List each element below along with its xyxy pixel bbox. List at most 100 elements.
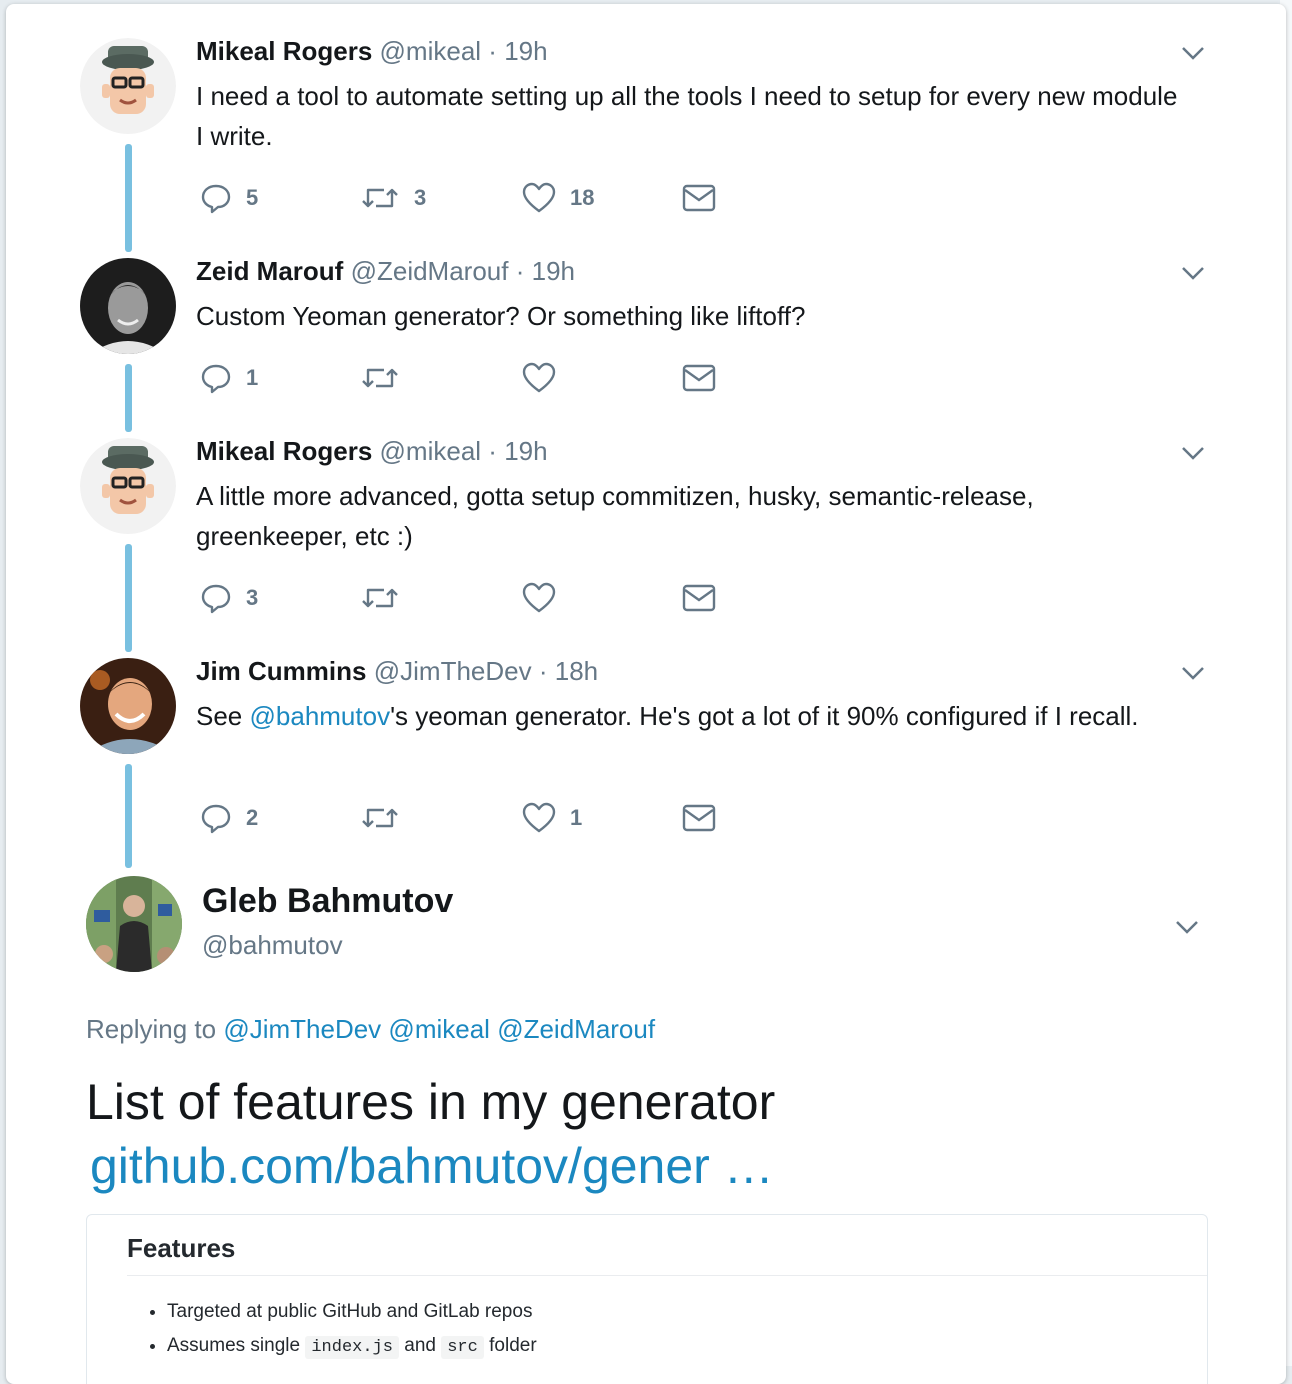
tweet-header: Mikeal Rogers @mikeal · 19h (196, 36, 548, 67)
tweet[interactable]: Zeid Marouf @ZeidMarouf · 19h Custom Yeo… (6, 224, 1286, 424)
author-name[interactable]: Mikeal Rogers (196, 36, 372, 66)
like-button[interactable] (522, 578, 556, 618)
conversation-modal: Mikeal Rogers @mikeal · 19h I need a too… (6, 4, 1286, 1384)
main-author-handle[interactable]: @bahmutov (202, 930, 343, 961)
divider (127, 1275, 1207, 1276)
like-count: 18 (570, 185, 595, 210)
reply-button[interactable]: 3 (200, 578, 258, 618)
tweet-text: See @bahmutov's yeoman generator. He's g… (196, 696, 1186, 736)
list-item: Assumes single index.js and src folder (167, 1329, 537, 1365)
timestamp[interactable]: 19h (504, 436, 547, 466)
author-handle[interactable]: @JimTheDev (374, 656, 532, 686)
reply-button[interactable]: 5 (200, 178, 258, 218)
feature-text: and (398, 1335, 442, 1356)
retweet-icon (362, 368, 398, 388)
feature-text: Targeted at public GitHub and GitLab rep… (167, 1301, 533, 1322)
chevron-down-icon[interactable] (1174, 918, 1200, 936)
reply-icon (201, 804, 231, 834)
replying-label: Replying to (86, 1014, 217, 1044)
avatar-zeid[interactable] (80, 258, 176, 354)
retweet-icon (362, 808, 398, 828)
reply-count: 3 (246, 585, 259, 610)
chevron-down-icon[interactable] (1180, 264, 1206, 282)
url-link[interactable]: github.com/bahmutov/gener … (86, 1134, 1206, 1198)
main-tweet-body: List of features in my generator (86, 1074, 776, 1130)
author-name[interactable]: Zeid Marouf (196, 256, 343, 286)
replying-to: Replying to @JimTheDev @mikeal @ZeidMaro… (86, 1014, 655, 1045)
feature-text: Assumes single (167, 1335, 306, 1356)
reply-count: 1 (246, 365, 259, 390)
chevron-down-icon[interactable] (1180, 444, 1206, 462)
chevron-down-icon[interactable] (1180, 664, 1206, 682)
reply-icon (201, 584, 231, 614)
timestamp[interactable]: 19h (504, 36, 547, 66)
like-button[interactable]: 18 (522, 178, 594, 218)
direct-message-button[interactable] (682, 798, 716, 838)
tweet-header: Jim Cummins @JimTheDev · 18h (196, 656, 598, 687)
retweet-icon (362, 588, 398, 608)
author-handle[interactable]: @mikeal (380, 436, 482, 466)
tweet-text: Custom Yeoman generator? Or something li… (196, 301, 806, 331)
preview-title: Features (127, 1233, 236, 1263)
retweet-button[interactable] (360, 578, 400, 618)
tweet-actions: 2 1 (196, 798, 796, 838)
author-handle[interactable]: @ZeidMarouf (351, 256, 509, 286)
tweet-actions: 5 3 18 (196, 178, 796, 218)
mention-link[interactable]: @bahmutov (250, 701, 391, 731)
tweet[interactable]: Jim Cummins @JimTheDev · 18h See @bahmut… (6, 624, 1286, 864)
timestamp[interactable]: 18h (555, 656, 598, 686)
retweet-button[interactable]: 3 (360, 178, 426, 218)
separator-dot: · (488, 436, 497, 466)
retweet-button[interactable] (360, 798, 400, 838)
like-icon (522, 362, 556, 393)
retweet-count: 3 (414, 185, 427, 210)
author-name[interactable]: Mikeal Rogers (196, 436, 372, 466)
main-author-name[interactable]: Gleb Bahmutov (202, 882, 453, 921)
author-handle[interactable]: @mikeal (380, 36, 482, 66)
tweet[interactable]: Mikeal Rogers @mikeal · 19h A little mor… (6, 404, 1286, 644)
tweet-actions: 3 (196, 578, 796, 618)
like-icon (522, 802, 556, 833)
separator-dot: · (488, 36, 497, 66)
author-name[interactable]: Jim Cummins (196, 656, 367, 686)
mention-link[interactable]: @JimTheDev (223, 1014, 381, 1044)
text-segment: See (196, 701, 250, 731)
list-item: Targeted at public GitHub and GitLab rep… (167, 1295, 537, 1329)
tweet-text: A little more advanced, gotta setup comm… (196, 481, 1034, 551)
like-icon (522, 582, 556, 613)
reply-count: 5 (246, 185, 259, 210)
avatar-jim[interactable] (80, 658, 176, 754)
reply-count: 2 (246, 805, 259, 830)
retweet-icon (362, 188, 398, 208)
chevron-down-icon[interactable] (1180, 44, 1206, 62)
reply-button[interactable]: 1 (200, 358, 258, 398)
avatar-mikeal[interactable] (80, 38, 176, 134)
link-preview-card[interactable]: Features Targeted at public GitHub and G… (86, 1214, 1208, 1384)
direct-message-button[interactable] (682, 358, 716, 398)
direct-message-button[interactable] (682, 578, 716, 618)
reply-icon (201, 184, 231, 214)
like-count: 1 (570, 805, 583, 830)
like-button[interactable] (522, 358, 556, 398)
reply-icon (201, 364, 231, 394)
timestamp[interactable]: 19h (532, 256, 575, 286)
feature-list: Targeted at public GitHub and GitLab rep… (143, 1295, 537, 1365)
reply-button[interactable]: 2 (200, 798, 258, 838)
message-icon (682, 184, 716, 212)
message-icon (682, 804, 716, 832)
message-icon (682, 584, 716, 612)
avatar-gleb[interactable] (86, 876, 182, 972)
code-snippet: index.js (305, 1336, 399, 1359)
like-button[interactable]: 1 (522, 798, 582, 838)
mention-link[interactable]: @mikeal (388, 1014, 490, 1044)
mention-link[interactable]: @ZeidMarouf (497, 1014, 655, 1044)
avatar-mikeal[interactable] (80, 438, 176, 534)
retweet-button[interactable] (360, 358, 400, 398)
tweet-header: Mikeal Rogers @mikeal · 19h (196, 436, 548, 467)
feature-text: folder (483, 1335, 537, 1356)
separator-dot: · (538, 656, 548, 686)
direct-message-button[interactable] (682, 178, 716, 218)
tweet-header: Zeid Marouf @ZeidMarouf · 19h (196, 256, 575, 287)
code-snippet: src (441, 1336, 484, 1359)
tweet[interactable]: Mikeal Rogers @mikeal · 19h I need a too… (6, 4, 1286, 244)
